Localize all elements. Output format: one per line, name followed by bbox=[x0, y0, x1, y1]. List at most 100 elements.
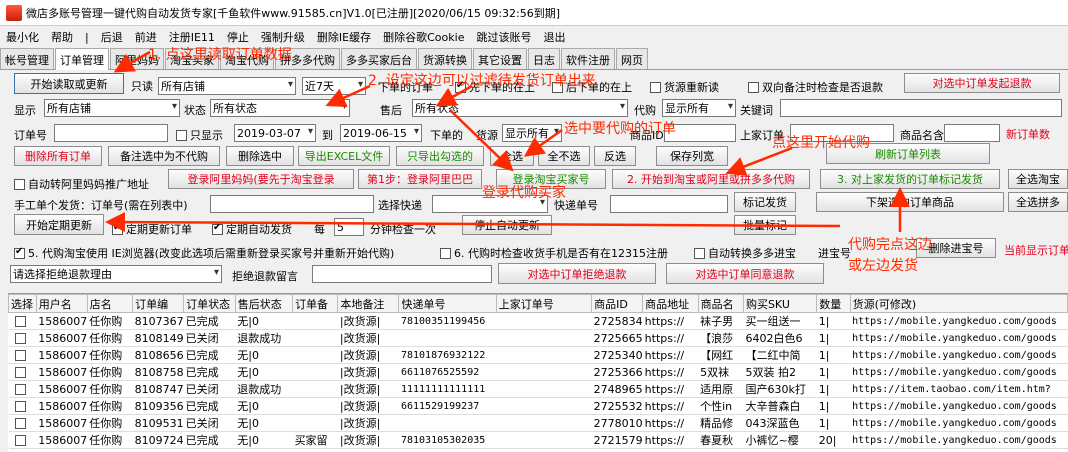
row-check[interactable] bbox=[14, 366, 26, 378]
menu-item-3[interactable]: 后退 bbox=[95, 29, 129, 45]
mark-shipped-button[interactable]: 3. 对上家发货的订单标记发货 bbox=[820, 169, 1000, 189]
menu-item-11[interactable]: 退出 bbox=[537, 29, 571, 45]
login-alibaba-button[interactable]: 第1步：登录阿里巴巴 bbox=[358, 169, 482, 189]
date-from-select[interactable]: 2019-03-07 bbox=[234, 124, 316, 142]
export-excel-button[interactable]: 导出EXCEL文件 bbox=[298, 146, 390, 166]
timer-ship-check[interactable] bbox=[212, 222, 223, 235]
auto-pdd-checkbox[interactable]: 自动转换多多进宝 bbox=[694, 245, 796, 261]
start-read-button[interactable]: 开始读取或更新 bbox=[14, 73, 124, 94]
row-check[interactable] bbox=[14, 383, 26, 395]
column-header[interactable]: 上家订单号 bbox=[495, 294, 593, 313]
row-select-checkbox[interactable] bbox=[8, 363, 37, 381]
resource-reread-checkbox[interactable]: 货源重新读 bbox=[650, 79, 719, 95]
tab-8[interactable]: 其它设置 bbox=[473, 48, 527, 69]
auto-alimama-checkbox[interactable]: 自动转阿里妈妈推广地址 bbox=[14, 176, 149, 192]
select-pdd-button[interactable]: 全选拼多 bbox=[1008, 192, 1068, 212]
auto-pdd-check[interactable] bbox=[694, 248, 705, 259]
row-check[interactable] bbox=[14, 417, 26, 429]
every-input[interactable]: 5 bbox=[334, 218, 364, 236]
row-check[interactable] bbox=[14, 349, 26, 361]
column-header[interactable]: 快递单号 bbox=[398, 294, 497, 313]
invert-button[interactable]: 反选 bbox=[594, 146, 636, 166]
row-select-checkbox[interactable] bbox=[8, 346, 37, 364]
column-header[interactable]: 订单备 bbox=[292, 294, 339, 313]
tracking-no-input[interactable] bbox=[610, 195, 728, 213]
table-row[interactable]: 1586007 任你购 8108656 已完成 无|0 |改货源| 781018769321… bbox=[8, 346, 1068, 364]
table-row[interactable]: 1586007 任你购 8108758 已完成 无|0 |改货源| 661107652559… bbox=[8, 363, 1068, 381]
column-header[interactable]: 数量 bbox=[816, 294, 851, 313]
column-header[interactable]: 商品名 bbox=[697, 294, 744, 313]
refund-selected-button[interactable]: 对选中订单发起退款 bbox=[904, 73, 1060, 93]
deselect-all-button[interactable]: 全不选 bbox=[538, 146, 590, 166]
menu-item-7[interactable]: 强制升级 bbox=[255, 29, 311, 45]
table-row[interactable]: 1586007 任你购 8108747 已关闭 退款成功 |改货源| 11111111111… bbox=[8, 380, 1068, 398]
aftersale-select[interactable]: 所有状态 bbox=[412, 99, 628, 117]
table-row[interactable]: 1586007 任你购 8109531 已关闭 无|0 |改货源| 2778010 https… bbox=[8, 414, 1068, 432]
select-taobao-button[interactable]: 全选淘宝 bbox=[1008, 169, 1068, 189]
product-name-input[interactable] bbox=[944, 124, 1000, 142]
tab-1[interactable]: 订单管理 bbox=[55, 48, 109, 70]
table-row[interactable]: 1586007 任你购 8109356 已完成 无|0 |改货源| 661152919923… bbox=[8, 397, 1068, 415]
tab-9[interactable]: 日志 bbox=[528, 48, 560, 69]
start-proxy-button[interactable]: 2. 开始到淘宝或阿里或拼多多代购 bbox=[612, 169, 810, 189]
reject-selected-button[interactable]: 对选中订单拒绝退款 bbox=[498, 263, 656, 284]
column-header[interactable]: 本地备注 bbox=[337, 294, 400, 313]
batch-mark-button[interactable]: 批量标记 bbox=[734, 215, 796, 235]
proxy-select[interactable]: 显示所有 bbox=[662, 99, 736, 117]
shop-select[interactable]: 所有店铺 bbox=[158, 77, 296, 95]
login-alimama-button[interactable]: 登录阿里妈妈(要先于淘宝登录 bbox=[168, 169, 354, 189]
table-row[interactable]: 1586007 任你购 8109724 已完成 无|0 买家留 |改货源| 781031053… bbox=[8, 431, 1068, 449]
ie-check[interactable] bbox=[14, 246, 25, 259]
tab-6[interactable]: 多多买家后台 bbox=[341, 48, 417, 69]
source-select[interactable]: 显示所有 bbox=[502, 124, 562, 142]
order-no-input[interactable] bbox=[54, 124, 168, 142]
timer-update-checkbox[interactable]: 定期更新订单 bbox=[112, 221, 192, 237]
start-timer-button[interactable]: 开始定期更新 bbox=[14, 214, 104, 235]
keyword-input[interactable] bbox=[780, 99, 1062, 117]
timer-ship-checkbox[interactable]: 定期自动发货 bbox=[212, 221, 292, 237]
auto-alimama-check[interactable] bbox=[14, 179, 25, 190]
status-select[interactable]: 所有状态 bbox=[210, 99, 350, 117]
only-show-check[interactable] bbox=[176, 130, 187, 141]
resource-reread-check[interactable] bbox=[650, 82, 661, 93]
double-remark-checkbox[interactable]: 双向备注时检查是否退款 bbox=[748, 79, 883, 95]
column-header[interactable]: 商品地址 bbox=[642, 294, 699, 313]
table-row[interactable]: 1586007 任你购 8107367 已完成 无|0 |改货源| 781003511994… bbox=[8, 312, 1068, 330]
double-remark-check[interactable] bbox=[748, 82, 759, 93]
menu-item-8[interactable]: 删除IE缓存 bbox=[311, 29, 377, 45]
table-row[interactable]: 1586007 任你购 8108149 已关闭 退款成功 |改货源| 2725665 http… bbox=[8, 329, 1068, 347]
delete-all-button[interactable]: 删除所有订单 bbox=[14, 146, 102, 166]
phone-check-check[interactable] bbox=[440, 248, 451, 259]
date-to-select[interactable]: 2019-06-15 bbox=[340, 124, 422, 142]
row-check[interactable] bbox=[14, 400, 26, 412]
row-select-checkbox[interactable] bbox=[8, 414, 37, 432]
menu-item-0[interactable]: 最小化 bbox=[0, 29, 45, 45]
column-header[interactable]: 店名 bbox=[86, 294, 134, 313]
reject-msg-input[interactable] bbox=[312, 265, 492, 283]
column-header[interactable]: 用户名 bbox=[35, 294, 88, 313]
select-all-button[interactable]: 全选 bbox=[490, 146, 534, 166]
save-width-button[interactable]: 保存列宽 bbox=[656, 146, 728, 166]
row-select-checkbox[interactable] bbox=[8, 380, 37, 398]
row-check[interactable] bbox=[14, 434, 26, 446]
delete-selected-button[interactable]: 删除选中 bbox=[226, 146, 294, 166]
menu-item-9[interactable]: 删除谷歌Cookie bbox=[377, 29, 470, 45]
menu-item-10[interactable]: 跳过该账号 bbox=[470, 29, 537, 45]
tab-0[interactable]: 帐号管理 bbox=[0, 48, 54, 69]
row-check[interactable] bbox=[14, 332, 26, 344]
offshelf-button[interactable]: 下架选中订单商品 bbox=[816, 192, 1004, 212]
only-show-checkbox[interactable]: 只显示 bbox=[176, 127, 223, 143]
menu-item-5[interactable]: 注册IE11 bbox=[163, 29, 221, 45]
column-header[interactable]: 货源(可修改) bbox=[849, 294, 1068, 313]
column-header[interactable]: 购买SKU bbox=[742, 294, 818, 313]
export-checked-button[interactable]: 只导出勾选的 bbox=[396, 146, 484, 166]
menu-item-4[interactable]: 前进 bbox=[129, 29, 163, 45]
menu-item-6[interactable]: 停止 bbox=[221, 29, 255, 45]
row-select-checkbox[interactable] bbox=[8, 431, 37, 449]
mark-ship-button[interactable]: 标记发货 bbox=[734, 192, 796, 212]
tab-7[interactable]: 货源转换 bbox=[418, 48, 472, 69]
row-select-checkbox[interactable] bbox=[8, 329, 37, 347]
row-select-checkbox[interactable] bbox=[8, 397, 37, 415]
ie-checkbox[interactable]: 5. 代购淘宝使用 IE浏览器(改变此选项后需重新登录买家号并重新开始代购) bbox=[14, 245, 394, 261]
reject-reason-select[interactable]: 请选择拒绝退款理由 bbox=[10, 265, 222, 283]
